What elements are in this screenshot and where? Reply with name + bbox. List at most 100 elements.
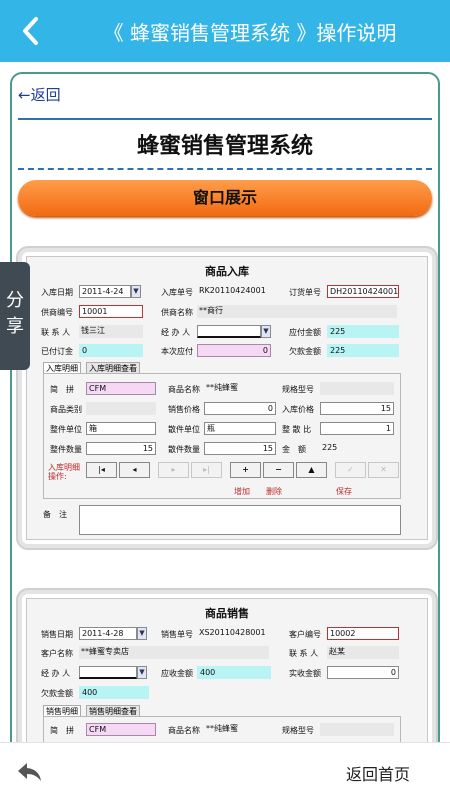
field-label: 应收金额	[161, 669, 193, 678]
field-label: 已付订金	[41, 347, 73, 356]
field-label: 销售单号	[161, 630, 193, 639]
sale-price-field[interactable]: 0	[204, 402, 276, 415]
save-button[interactable]: ✓	[335, 462, 366, 478]
home-button[interactable]: 返回首页	[346, 761, 410, 785]
share-label: 享	[6, 316, 24, 337]
field-label: 本次应付	[161, 347, 193, 356]
receivable-field: 400	[197, 666, 271, 679]
field-label: 简 拼	[50, 385, 74, 394]
order-no-field[interactable]: DH20110424001	[327, 285, 399, 298]
chevron-down-icon[interactable]: ▼	[261, 325, 271, 338]
field-label: 入库日期	[41, 288, 73, 297]
pinyin-field[interactable]: CFM	[86, 382, 156, 395]
owed-field: 400	[79, 686, 149, 699]
inbound-date-field[interactable]: 2011-4-24	[79, 285, 131, 298]
category-field	[86, 402, 156, 415]
customer-no-field[interactable]: 10002	[327, 627, 399, 640]
cancel-button[interactable]: ✕	[368, 462, 399, 478]
field-label: 散件数量	[168, 445, 200, 454]
field-label: 经 办 人	[41, 669, 71, 678]
supplier-name-field: **商行	[197, 305, 397, 318]
field-label: 销售日期	[41, 630, 73, 639]
chevron-down-icon[interactable]: ▼	[131, 285, 141, 298]
section-heading: 窗口展示	[18, 180, 432, 216]
sale-date-field[interactable]: 2011-4-28	[79, 627, 137, 640]
received-field[interactable]: 0	[327, 666, 399, 679]
field-label: 简 拼	[50, 726, 74, 735]
field-label: 规格型号	[282, 726, 314, 735]
handler-select[interactable]	[197, 325, 261, 338]
field-label: 整 散 比	[282, 425, 312, 434]
field-label: 应付金额	[289, 328, 321, 337]
loose-unit-field[interactable]: 瓶	[204, 422, 276, 435]
sale-no-field: XS20110428001	[199, 628, 266, 637]
add-button[interactable]: +	[230, 462, 261, 478]
detail-panel: 简 拼 CFM 商品名称 **纯蜂蜜 规格型号 商品类别 销售价格 0 入库价格…	[43, 373, 401, 499]
page-title: 《 蜂蜜销售管理系统 》操作说明	[103, 21, 397, 45]
sales-window-screenshot: 商品销售 销售日期 2011-4-28 ▼ 销售单号 XS20110428001…	[22, 594, 432, 760]
field-label: 散件单位	[168, 425, 200, 434]
next-record-button[interactable]: ▸	[158, 462, 189, 478]
reply-arrow-icon[interactable]	[16, 759, 44, 785]
whole-qty-field[interactable]: 15	[86, 442, 156, 455]
field-label: 商品类别	[50, 405, 82, 414]
document-title: 蜂蜜销售管理系统	[136, 134, 313, 159]
field-label: 商品名称	[168, 726, 200, 735]
inbound-window-screenshot: 商品入库 入库日期 2011-4-24 ▼ 入库单号 RK20110424001…	[22, 252, 432, 544]
last-record-button[interactable]: ▸|	[191, 462, 222, 478]
remarks-field[interactable]	[79, 505, 401, 535]
inbound-no-field: RK20110424001	[199, 286, 266, 295]
field-label: 金 额	[282, 445, 306, 454]
field-label: 入库价格	[282, 405, 314, 414]
field-label: 供商名称	[161, 308, 193, 317]
field-label: 整件数量	[50, 445, 82, 454]
back-button[interactable]	[14, 14, 48, 48]
divider	[18, 118, 432, 120]
window-title: 商品销售	[205, 607, 249, 620]
field-label: 实收金额	[289, 669, 321, 678]
current-payable-field[interactable]: 0	[197, 344, 271, 357]
content-frame: ←返回 蜂蜜销售管理系统 窗口展示 商品入库 入库日期 2011-4-24 ▼ …	[10, 72, 440, 762]
contact-field: 钱三江	[79, 325, 143, 338]
chevron-down-icon[interactable]: ▼	[137, 627, 147, 640]
share-tab[interactable]: 分 享	[0, 262, 30, 370]
ops-label: 入库明细操作:	[48, 463, 80, 481]
field-label: 订货单号	[289, 288, 321, 297]
field-label: 客户编号	[289, 630, 321, 639]
header-bar: 《 蜂蜜销售管理系统 》操作说明	[0, 0, 450, 62]
divider-dashed	[18, 168, 432, 170]
goods-name-field: **纯蜂蜜	[206, 724, 238, 733]
footer-bar: 返回首页	[0, 742, 450, 800]
field-label: 供商编号	[41, 308, 73, 317]
loose-qty-field[interactable]: 15	[204, 442, 276, 455]
pinyin-field[interactable]: CFM	[86, 723, 156, 736]
payable-field: 225	[327, 325, 399, 338]
field-label: 欠款金额	[41, 689, 73, 698]
contact-field: 赵某	[327, 646, 399, 659]
field-label: 整件单位	[50, 425, 82, 434]
whole-unit-field[interactable]: 箱	[86, 422, 156, 435]
supplier-no-field[interactable]: 10001	[79, 305, 143, 318]
field-label: 规格型号	[282, 385, 314, 394]
in-price-field[interactable]: 15	[320, 402, 394, 415]
sales-window: 商品销售 销售日期 2011-4-28 ▼ 销售单号 XS20110428001…	[26, 598, 428, 760]
amount-field: 225	[322, 443, 338, 452]
field-label: 联 系 人	[289, 649, 319, 658]
chevron-down-icon[interactable]: ▼	[137, 666, 147, 679]
field-label: 备 注	[43, 510, 67, 519]
delete-label: 删除	[266, 487, 282, 496]
delete-button[interactable]: −	[263, 462, 294, 478]
prev-record-button[interactable]: ◂	[119, 462, 150, 478]
edit-button[interactable]: ▲	[296, 462, 327, 478]
save-label: 保存	[336, 487, 352, 496]
window-title: 商品入库	[205, 265, 249, 278]
field-label: 联 系 人	[41, 328, 71, 337]
ratio-field[interactable]: 1	[320, 422, 394, 435]
deposit-field: 0	[79, 344, 143, 357]
back-link[interactable]: ←返回	[18, 84, 61, 105]
field-label: 商品名称	[168, 385, 200, 394]
first-record-button[interactable]: |◂	[86, 462, 117, 478]
add-label: 增加	[234, 487, 250, 496]
share-label: 分	[6, 290, 24, 311]
handler-select[interactable]	[79, 666, 137, 679]
